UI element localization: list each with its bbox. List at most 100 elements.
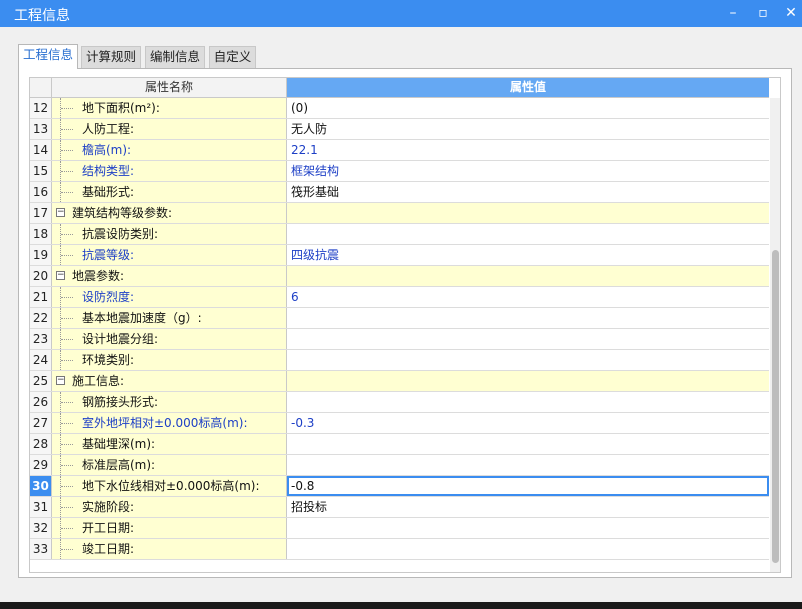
property-value[interactable]: -0.3 (287, 413, 769, 433)
property-value[interactable]: 四级抗震 (287, 245, 769, 265)
tab-project-info[interactable]: 工程信息 (18, 44, 78, 69)
row-number: 18 (30, 224, 52, 244)
property-value[interactable]: 框架结构 (287, 161, 769, 181)
tree-line (60, 287, 74, 307)
property-name-text: 基本地震加速度（g）: (82, 311, 202, 325)
tab-panel: 属性名称 属性值 12 地下面积(m²): (0) 13 人防工程: 无人防 1… (18, 68, 792, 578)
collapse-icon[interactable]: − (56, 376, 65, 385)
property-name: 人防工程: (52, 119, 287, 139)
table-row[interactable]: 12 地下面积(m²): (0) (30, 98, 769, 119)
tab-compile-info[interactable]: 编制信息 (145, 46, 205, 68)
tree-line (60, 413, 74, 433)
group-row[interactable]: 17 − 建筑结构等级参数: (30, 203, 769, 224)
table-row[interactable]: 19 抗震等级: 四级抗震 (30, 245, 769, 266)
property-grid: 属性名称 属性值 12 地下面积(m²): (0) 13 人防工程: 无人防 1… (29, 77, 781, 573)
property-name: 环境类别: (52, 350, 287, 370)
scrollbar-thumb[interactable] (772, 250, 779, 563)
table-row[interactable]: 26 钢筋接头形式: (30, 392, 769, 413)
group-name: − 建筑结构等级参数: (52, 203, 287, 223)
project-info-window: 工程信息 – ▫ ✕ 工程信息 计算规则 编制信息 自定义 属性名称 属性值 1… (0, 0, 802, 602)
tree-line (60, 161, 74, 181)
property-value[interactable] (287, 455, 769, 475)
row-number: 14 (30, 140, 52, 160)
tab-calc-rules[interactable]: 计算规则 (81, 46, 141, 68)
property-name: 地下面积(m²): (52, 98, 287, 118)
tree-line (60, 224, 74, 244)
table-row[interactable]: 14 檐高(m): 22.1 (30, 140, 769, 161)
row-number: 23 (30, 329, 52, 349)
property-value[interactable]: 22.1 (287, 140, 769, 160)
property-value[interactable] (287, 434, 769, 454)
property-value[interactable]: 6 (287, 287, 769, 307)
table-row-selected[interactable]: 30 地下水位线相对±0.000标高(m): -0.8 (30, 476, 769, 497)
property-name: 实施阶段: (52, 497, 287, 517)
table-row[interactable]: 16 基础形式: 筏形基础 (30, 182, 769, 203)
property-value[interactable] (287, 308, 769, 328)
row-number: 32 (30, 518, 52, 538)
title-bar[interactable]: 工程信息 – ▫ ✕ (0, 0, 802, 27)
property-name: 设防烈度: (52, 287, 287, 307)
table-row[interactable]: 22 基本地震加速度（g）: (30, 308, 769, 329)
property-name-text: 竣工日期: (82, 542, 135, 556)
row-number: 26 (30, 392, 52, 412)
tab-custom[interactable]: 自定义 (209, 46, 256, 68)
property-value[interactable]: 无人防 (287, 119, 769, 139)
collapse-icon[interactable]: − (56, 208, 65, 217)
column-header-value[interactable]: 属性值 (287, 78, 769, 98)
vertical-scrollbar[interactable] (770, 98, 780, 572)
property-name: 设计地震分组: (52, 329, 287, 349)
property-name-text: 檐高(m): (82, 143, 132, 157)
tree-line (60, 392, 74, 412)
row-number: 20 (30, 266, 52, 286)
table-row[interactable]: 21 设防烈度: 6 (30, 287, 769, 308)
property-value[interactable] (287, 518, 769, 538)
minimize-icon[interactable]: – (718, 0, 748, 27)
property-name-text: 基础形式: (82, 185, 135, 199)
row-number: 30 (30, 476, 52, 496)
property-name-text: 开工日期: (82, 521, 135, 535)
property-name-text: 地下面积(m²): (82, 101, 160, 115)
tree-line (60, 119, 74, 139)
property-value[interactable] (287, 329, 769, 349)
maximize-icon[interactable]: ▫ (748, 0, 778, 27)
property-value[interactable] (287, 224, 769, 244)
table-row[interactable]: 33 竣工日期: (30, 539, 769, 560)
collapse-icon[interactable]: − (56, 271, 65, 280)
table-row[interactable]: 24 环境类别: (30, 350, 769, 371)
tree-line (60, 98, 74, 118)
table-row[interactable]: 31 实施阶段: 招投标 (30, 497, 769, 518)
group-row[interactable]: 20 − 地震参数: (30, 266, 769, 287)
property-value[interactable]: 招投标 (287, 497, 769, 517)
group-row[interactable]: 25 − 施工信息: (30, 371, 769, 392)
table-row[interactable]: 15 结构类型: 框架结构 (30, 161, 769, 182)
tree-line (60, 308, 74, 328)
table-row[interactable]: 13 人防工程: 无人防 (30, 119, 769, 140)
row-number: 31 (30, 497, 52, 517)
tree-line (60, 329, 74, 349)
property-value-editor[interactable]: -0.8 (287, 476, 769, 496)
table-row[interactable]: 18 抗震设防类别: (30, 224, 769, 245)
table-row[interactable]: 29 标准层高(m): (30, 455, 769, 476)
property-value[interactable] (287, 392, 769, 412)
property-value[interactable]: 筏形基础 (287, 182, 769, 202)
property-value[interactable]: (0) (287, 98, 769, 118)
table-row[interactable]: 32 开工日期: (30, 518, 769, 539)
tree-line (60, 182, 74, 202)
table-row[interactable]: 23 设计地震分组: (30, 329, 769, 350)
row-number: 12 (30, 98, 52, 118)
row-number: 13 (30, 119, 52, 139)
close-icon[interactable]: ✕ (776, 0, 802, 27)
tree-line (60, 539, 74, 559)
property-value[interactable] (287, 539, 769, 559)
property-name-text: 抗震等级: (82, 248, 135, 262)
grid-rows: 12 地下面积(m²): (0) 13 人防工程: 无人防 14 檐高(m): … (30, 98, 769, 560)
group-name: − 施工信息: (52, 371, 287, 391)
property-value[interactable] (287, 350, 769, 370)
property-name-text: 室外地坪相对±0.000标高(m): (82, 416, 248, 430)
property-name-text: 抗震设防类别: (82, 227, 159, 241)
group-name-text: 建筑结构等级参数: (72, 206, 173, 220)
table-row[interactable]: 27 室外地坪相对±0.000标高(m): -0.3 (30, 413, 769, 434)
table-row[interactable]: 28 基础埋深(m): (30, 434, 769, 455)
column-header-name[interactable]: 属性名称 (52, 78, 287, 98)
group-value (287, 371, 769, 391)
